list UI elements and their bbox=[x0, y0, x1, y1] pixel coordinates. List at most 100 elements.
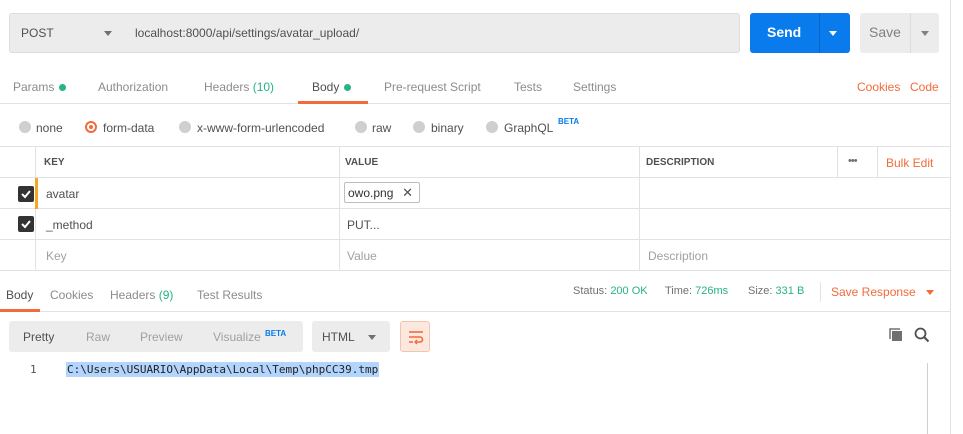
file-chip[interactable]: owo.png ✕ bbox=[344, 182, 420, 203]
send-label: Send bbox=[767, 24, 802, 40]
tab-body[interactable]: Body bbox=[312, 80, 352, 94]
response-tab-body[interactable]: Body bbox=[6, 288, 33, 302]
copy-icon[interactable] bbox=[888, 327, 904, 346]
radio-form-data[interactable] bbox=[85, 121, 97, 133]
send-divider bbox=[819, 13, 820, 53]
code-line[interactable]: C:\Users\USUARIO\AppData\Local\Temp\phpC… bbox=[66, 362, 380, 377]
tab-pre-request-script[interactable]: Pre-request Script bbox=[384, 80, 481, 94]
save-response-button[interactable]: Save Response bbox=[831, 285, 916, 299]
key-cell[interactable]: avatar bbox=[36, 178, 340, 208]
header-description: DESCRIPTION bbox=[646, 157, 715, 168]
response-tab-cookies[interactable]: Cookies bbox=[50, 288, 93, 302]
header-cell-description: DESCRIPTION ••• Bulk Edit bbox=[640, 147, 950, 178]
header-divider bbox=[877, 147, 878, 178]
radio-urlencoded[interactable] bbox=[179, 121, 191, 133]
checkmark-icon bbox=[21, 220, 31, 229]
form-data-table: KEY VALUE DESCRIPTION ••• Bulk Edit avat… bbox=[0, 146, 950, 271]
key-placeholder: Key bbox=[46, 249, 67, 263]
status-indicator: Status: 200 OK bbox=[573, 285, 648, 297]
editor-scrollbar[interactable] bbox=[927, 363, 928, 434]
tab-tests[interactable]: Tests bbox=[514, 80, 542, 94]
key-text: avatar bbox=[46, 187, 80, 201]
time-indicator: Time: 726ms bbox=[665, 285, 728, 297]
description-cell[interactable] bbox=[640, 178, 950, 208]
table-row: _method PUT... bbox=[0, 209, 950, 240]
time-label: Time: bbox=[665, 285, 693, 297]
save-label: Save bbox=[869, 24, 901, 40]
description-input[interactable]: Description bbox=[640, 240, 950, 271]
url-text: localhost:8000/api/settings/avatar_uploa… bbox=[135, 26, 360, 40]
response-tab-test-results[interactable]: Test Results bbox=[197, 288, 262, 302]
file-name: owo.png bbox=[348, 186, 394, 200]
value-text: PUT... bbox=[347, 218, 380, 232]
more-options-icon[interactable]: ••• bbox=[848, 155, 858, 167]
code-link[interactable]: Code bbox=[910, 80, 939, 94]
line-number: 1 bbox=[30, 363, 37, 376]
view-mode-selector: Pretty Raw Preview Visualize BETA bbox=[9, 321, 303, 352]
description-placeholder: Description bbox=[648, 249, 709, 263]
status-dot bbox=[344, 84, 352, 92]
table-row: avatar owo.png ✕ bbox=[0, 178, 950, 209]
cookies-link[interactable]: Cookies bbox=[857, 80, 900, 94]
method-select[interactable]: POST bbox=[9, 13, 125, 53]
format-label: HTML bbox=[322, 330, 355, 344]
status-dot bbox=[59, 84, 67, 92]
status-value: 200 OK bbox=[610, 285, 648, 297]
response-tab-headers[interactable]: Headers (9) bbox=[110, 288, 173, 302]
radio-label-graphql: GraphQL bbox=[504, 121, 554, 135]
view-visualize[interactable]: Visualize bbox=[213, 330, 261, 344]
search-icon[interactable] bbox=[914, 327, 930, 346]
tab-headers[interactable]: Headers (10) bbox=[204, 80, 274, 94]
description-cell[interactable] bbox=[640, 209, 950, 239]
bulk-edit-link[interactable]: Bulk Edit bbox=[886, 156, 933, 170]
radio-label-urlencoded: x-www-form-urlencoded bbox=[197, 121, 325, 135]
key-input[interactable]: Key bbox=[36, 240, 340, 271]
tab-label: Headers bbox=[204, 80, 250, 94]
chevron-down-icon[interactable] bbox=[921, 31, 929, 36]
value-input[interactable]: Value bbox=[340, 240, 640, 271]
radio-label-binary: binary bbox=[431, 121, 464, 135]
header-cell-check bbox=[0, 147, 36, 177]
active-tab-indicator bbox=[0, 309, 40, 312]
wrap-lines-button[interactable] bbox=[400, 321, 430, 352]
headers-count: (10) bbox=[252, 80, 275, 94]
radio-none[interactable] bbox=[19, 121, 31, 133]
key-cell[interactable]: _method bbox=[36, 209, 340, 239]
view-raw[interactable]: Raw bbox=[86, 330, 110, 344]
view-preview[interactable]: Preview bbox=[140, 330, 183, 344]
key-text: _method bbox=[46, 218, 93, 232]
radio-raw[interactable] bbox=[355, 121, 367, 133]
method-label: POST bbox=[21, 26, 54, 40]
status-label: Status: bbox=[573, 285, 608, 297]
response-header: Body Cookies Headers (9) Test Results St… bbox=[0, 270, 950, 312]
close-icon[interactable]: ✕ bbox=[402, 185, 413, 201]
beta-badge: BETA bbox=[558, 117, 580, 126]
headers-count: (9) bbox=[158, 288, 174, 302]
chevron-down-icon bbox=[368, 335, 376, 340]
url-input[interactable]: localhost:8000/api/settings/avatar_uploa… bbox=[124, 13, 740, 53]
format-select[interactable]: HTML bbox=[312, 321, 390, 352]
header-key: KEY bbox=[44, 157, 65, 168]
request-tabs: Params Authorization Headers (10) Body P… bbox=[0, 70, 950, 104]
radio-graphql[interactable] bbox=[486, 121, 498, 133]
send-button[interactable]: Send bbox=[750, 13, 850, 53]
tab-authorization[interactable]: Authorization bbox=[98, 80, 168, 94]
response-body-editor[interactable]: 1 C:\Users\USUARIO\AppData\Local\Temp\ph… bbox=[0, 360, 950, 434]
tab-params[interactable]: Params bbox=[13, 80, 67, 94]
radio-binary[interactable] bbox=[413, 121, 425, 133]
tab-settings[interactable]: Settings bbox=[573, 80, 616, 94]
header-divider bbox=[837, 147, 838, 178]
pane-border bbox=[950, 0, 951, 434]
checkmark-icon bbox=[21, 190, 31, 199]
table-row-new: Key Value Description bbox=[0, 240, 950, 271]
view-pretty[interactable]: Pretty bbox=[23, 330, 54, 344]
row-checkbox[interactable] bbox=[18, 186, 34, 202]
chevron-down-icon[interactable] bbox=[829, 31, 837, 36]
row-checkbox[interactable] bbox=[18, 216, 34, 232]
chevron-down-icon[interactable] bbox=[926, 290, 934, 295]
body-type-selector: none form-data x-www-form-urlencoded raw… bbox=[0, 104, 950, 146]
value-cell[interactable]: PUT... bbox=[340, 209, 640, 239]
save-button[interactable]: Save bbox=[860, 13, 939, 53]
tab-label: Headers bbox=[110, 288, 156, 302]
radio-label-raw: raw bbox=[372, 121, 392, 135]
